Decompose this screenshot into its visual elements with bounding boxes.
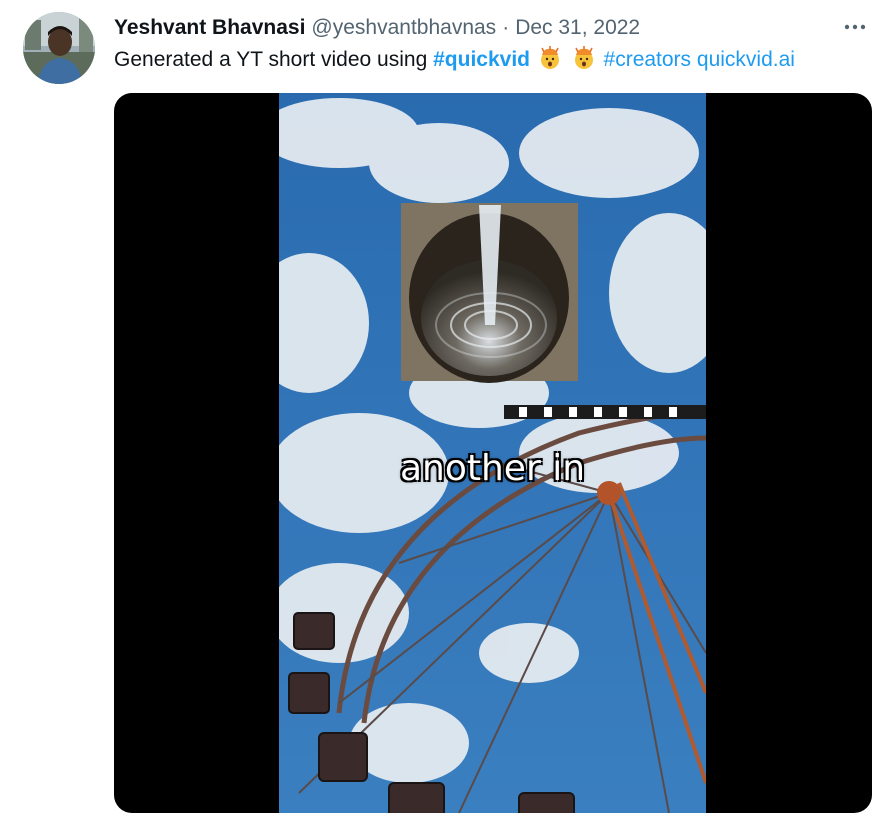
video-frame[interactable]: another in (279, 93, 706, 813)
author-handle[interactable]: @yeshvantbhavnas (311, 16, 496, 40)
exploding-head-emoji (572, 46, 596, 78)
exploding-head-emoji (538, 46, 562, 78)
hashtag-creators[interactable]: #creators (604, 48, 692, 71)
link-quickvid[interactable]: quickvid.ai (697, 48, 795, 71)
tweet-date[interactable]: Dec 31, 2022 (515, 16, 640, 40)
author-name[interactable]: Yeshvant Bhavnasi (114, 16, 305, 40)
tweet-text-prefix: Generated a YT short video using (114, 48, 428, 71)
tweet-text: Generated a YT short video using #quickv… (114, 46, 795, 78)
author-avatar[interactable] (23, 12, 95, 84)
separator-dot: · (502, 16, 510, 39)
hashtag-quickvid[interactable]: #quickvid (433, 48, 530, 71)
video-caption: another in (399, 448, 586, 489)
more-options-icon[interactable] (838, 14, 872, 40)
tweet-header: Yeshvant Bhavnasi @yeshvantbhavnas · Dec… (114, 12, 640, 44)
video-player[interactable]: another in (114, 93, 872, 813)
